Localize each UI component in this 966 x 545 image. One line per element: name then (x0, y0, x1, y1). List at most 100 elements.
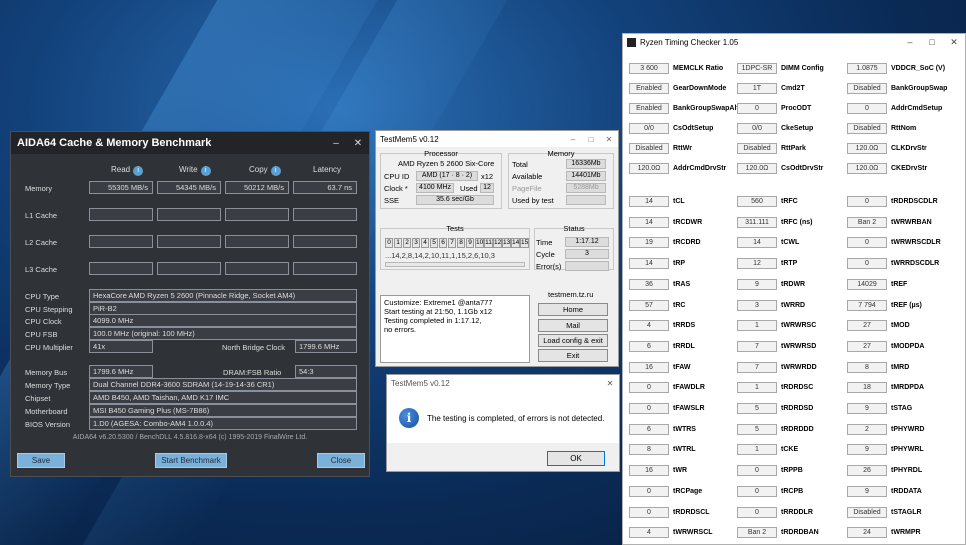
maximize-button[interactable]: □ (921, 37, 943, 48)
timing-value: 8 (629, 444, 669, 456)
test-number: 4 (421, 238, 429, 248)
info-icon[interactable]: i (270, 166, 281, 176)
timing-label: tRC (673, 301, 686, 309)
column-header-read: Read i (111, 165, 144, 176)
timing-value: 14 (629, 216, 669, 228)
info-icon[interactable]: i (133, 166, 144, 176)
column-header-write: Write i (179, 165, 211, 176)
save-button[interactable]: Save (17, 453, 65, 468)
ok-button[interactable]: OK (547, 451, 605, 466)
timing-label: tFAW (673, 363, 691, 371)
timing-value: 4 (629, 320, 669, 332)
timing-value: 9 (847, 403, 887, 414)
information-icon: i (399, 408, 419, 428)
timing-value: Ban 2 (847, 216, 887, 228)
total-value: 16336Mb (566, 159, 606, 169)
timing-value: 560 (737, 196, 777, 207)
dialog-message: The testing is completed, of errors is n… (427, 414, 605, 423)
value-motherboard: MSI B450 Gaming Plus (MS-7B86) (89, 404, 357, 417)
timing-value: 0 (847, 196, 887, 207)
used-by-test-label: Used by test (512, 196, 554, 205)
timing-label: RttWr (673, 145, 692, 152)
l3-write-value (157, 262, 221, 275)
timing-value: 120.0Ω (629, 163, 669, 174)
test-number: 1 (394, 238, 402, 248)
timing-value: Disabled (847, 123, 887, 134)
close-button[interactable]: ✕ (347, 138, 369, 149)
load-config-exit-button[interactable]: Load config & exit (538, 334, 608, 347)
testmem5-titlebar: TestMem5 v0.12 – □ ✕ (376, 131, 618, 147)
timing-label: tMOD (891, 322, 910, 330)
timing-label: tRFC (781, 198, 798, 205)
test-number: 3 (412, 238, 420, 248)
column-header-copy: Copy i (249, 165, 281, 176)
timing-value: 3 600 (629, 63, 669, 74)
timing-value: 1T (737, 83, 777, 94)
timing-label: AddrCmdSetup (891, 105, 943, 112)
timing-label: DIMM Config (781, 65, 824, 72)
close-button[interactable]: ✕ (600, 135, 618, 144)
timing-value: 36 (629, 278, 669, 290)
test-number: 2 (403, 238, 411, 248)
close-button[interactable]: ✕ (943, 37, 965, 48)
ryzen-timing-checker-window: Ryzen Timing Checker 1.05 – □ ✕ 3 600 MEM… (622, 33, 966, 545)
test-progress-bar (385, 262, 525, 267)
maximize-button[interactable]: □ (582, 135, 600, 144)
tests-group-title: Tests (446, 224, 464, 233)
log-line: Customize: Extreme1 @anta777 (384, 298, 493, 307)
timing-value: Disabled (847, 83, 887, 94)
timing-label: Cmd2T (781, 85, 805, 92)
test-number: 14 (511, 238, 520, 248)
timing-label: tCKE (781, 446, 799, 454)
timing-value: 27 (847, 340, 887, 352)
timing-label: tPHYRDL (891, 467, 923, 475)
testmem5-window: TestMem5 v0.12 – □ ✕ Processor AMD Ryzen… (375, 130, 619, 367)
timing-label: AddrCmdDrvStr (673, 165, 727, 172)
timing-value: 1 (737, 444, 777, 456)
timing-label: MEMCLK Ratio (673, 65, 724, 72)
timing-label: tRDWR (781, 280, 806, 288)
timing-value: 0 (629, 403, 669, 414)
total-label: Total (512, 160, 528, 169)
timing-value: Ban 2 (737, 527, 777, 539)
memory-latency-value: 63.7 ns (293, 181, 357, 194)
l2-copy-value (225, 235, 289, 248)
time-value: 1:17.12 (565, 237, 609, 247)
timing-label: tRCDRD (673, 239, 701, 247)
cycle-value: 3 (565, 249, 609, 259)
value-north-bridge-clock: 1799.6 MHz (295, 340, 357, 353)
close-button[interactable]: ✕ (601, 379, 619, 388)
timing-value: Disabled (629, 143, 669, 154)
info-icon[interactable]: i (200, 166, 211, 176)
value-cpu-fsb: 100.0 MHz (original: 100 MHz) (89, 327, 357, 340)
timing-label: tRCDWR (673, 218, 703, 226)
timing-value: 5 (737, 403, 777, 414)
timing-label: RttNom (891, 125, 917, 132)
timing-label: tRDRDBAN (781, 529, 819, 537)
timing-label: tRCPB (781, 487, 804, 495)
site-link[interactable]: testmem.tz.ru (548, 290, 593, 299)
label-memory-type: Memory Type (25, 381, 71, 390)
minimize-button[interactable]: – (899, 37, 921, 48)
value-memory-type: Dual Channel DDR4-3600 SDRAM (14-19-14-3… (89, 378, 357, 391)
column-header-latency: Latency (313, 165, 342, 174)
test-number: 10 (475, 238, 484, 248)
label-cpu-multiplier: CPU Multiplier (25, 343, 73, 352)
home-button[interactable]: Home (538, 303, 608, 316)
test-number: 5 (430, 238, 438, 248)
close-aida-button[interactable]: Close (317, 453, 365, 468)
timing-label: tRTP (781, 260, 798, 268)
l3-read-value (89, 262, 153, 275)
aida64-window: AIDA64 Cache & Memory Benchmark – ✕ Read… (10, 131, 370, 477)
mail-button[interactable]: Mail (538, 319, 608, 332)
label-north-bridge-clock: North Bridge Clock (222, 343, 285, 352)
l1-latency-value (293, 208, 357, 221)
minimize-button[interactable]: – (564, 135, 582, 144)
time-label: Time (536, 238, 553, 247)
minimize-button[interactable]: – (325, 138, 347, 149)
start-benchmark-button[interactable]: Start Benchmark (155, 453, 227, 468)
timing-value: 0/0 (737, 123, 777, 134)
processor-group-title: Processor (424, 149, 458, 158)
window-title: Ryzen Timing Checker 1.05 (640, 38, 739, 47)
exit-button[interactable]: Exit (538, 349, 608, 362)
